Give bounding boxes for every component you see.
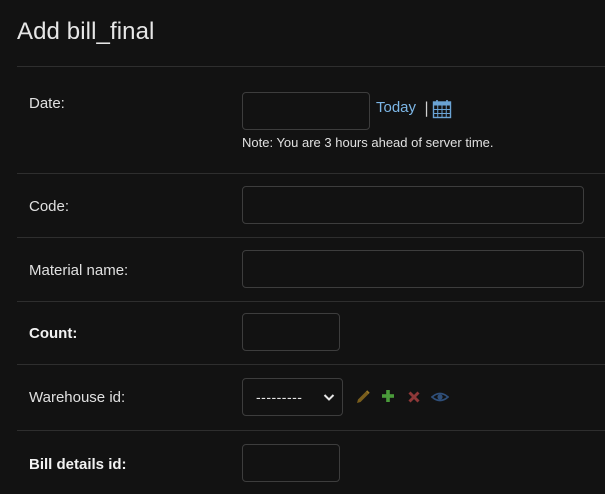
page-title: Add bill_final <box>17 18 155 45</box>
bill-details-id-input[interactable] <box>242 444 340 482</box>
count-input[interactable] <box>242 313 340 351</box>
code-row: Code: <box>17 174 605 238</box>
warehouse-id-row: Warehouse id: --------- <box>17 365 605 431</box>
code-label: Code: <box>29 198 70 215</box>
bill-details-id-row: Bill details id: <box>17 431 605 494</box>
warehouse-id-label: Warehouse id: <box>29 389 126 406</box>
material-name-label: Material name: <box>29 262 129 279</box>
count-row: Count: <box>17 302 605 365</box>
calendar-icon[interactable] <box>432 99 452 119</box>
chevron-down-icon <box>323 394 335 401</box>
page: Add bill_final Date: Today | Note: You a… <box>0 0 605 494</box>
code-input[interactable] <box>242 186 584 224</box>
delete-x-icon[interactable] <box>406 389 422 405</box>
material-name-input[interactable] <box>242 250 584 288</box>
warehouse-id-select[interactable]: --------- <box>242 378 343 416</box>
material-name-row: Material name: <box>17 238 605 302</box>
link-separator: | <box>424 99 430 117</box>
edit-pencil-icon[interactable] <box>355 389 371 405</box>
date-label: Date: <box>29 95 65 112</box>
add-plus-icon[interactable] <box>380 388 396 404</box>
bill-details-id-label: Bill details id: <box>29 456 127 473</box>
timezone-note: Note: You are 3 hours ahead of server ti… <box>242 135 494 150</box>
date-row: Date: Today | Note: You are 3 hours ahea… <box>17 67 605 174</box>
warehouse-id-selected-value: --------- <box>256 389 303 405</box>
add-form: Date: Today | Note: You are 3 hours ahea… <box>17 66 605 494</box>
date-input[interactable] <box>242 92 370 130</box>
count-label: Count: <box>29 325 78 342</box>
today-link[interactable]: Today <box>376 99 416 116</box>
view-eye-icon[interactable] <box>431 389 449 405</box>
